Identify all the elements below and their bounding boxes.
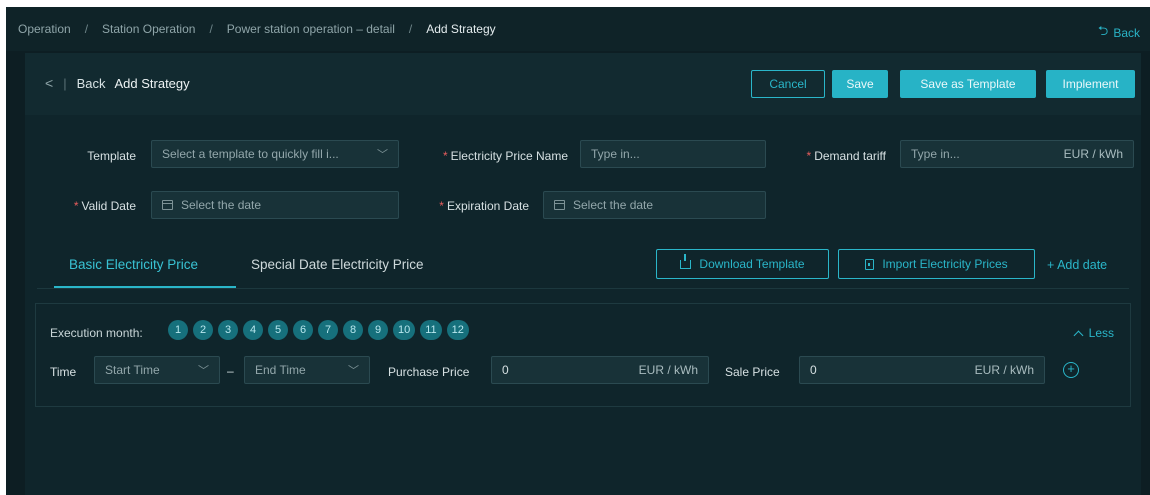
month-chip-1[interactable]: 1	[168, 320, 188, 340]
top-back-link[interactable]: ⮌ Back	[1098, 22, 1140, 44]
price-name-input[interactable]: Type in...	[580, 140, 766, 168]
top-back-label: Back	[1113, 26, 1140, 40]
sale-price-label: Sale Price	[725, 365, 780, 379]
breadcrumb-current: Add Strategy	[426, 22, 496, 36]
demand-tariff-label: * Demand tariff	[790, 149, 886, 163]
collapse-label: Less	[1088, 326, 1114, 340]
month-chip-8[interactable]: 8	[343, 320, 363, 340]
expiration-date-picker[interactable]: Select the date	[543, 191, 766, 219]
return-icon: ⮌	[1097, 23, 1109, 38]
chevron-down-icon: ﹀	[377, 149, 388, 161]
tab-special-date-electricity-price[interactable]: Special Date Electricity Price	[251, 257, 424, 272]
cancel-button[interactable]: Cancel	[751, 70, 825, 98]
valid-date-label: * Valid Date	[45, 199, 136, 213]
month-chip-4[interactable]: 4	[243, 320, 263, 340]
purchase-price-value: 0	[502, 363, 509, 377]
month-chip-11[interactable]: 11	[420, 320, 442, 340]
tab-basic-electricity-price[interactable]: Basic Electricity Price	[69, 257, 198, 272]
demand-tariff-unit: EUR / kWh	[1063, 147, 1123, 161]
chevron-left-icon: <	[45, 75, 54, 91]
implement-button[interactable]: Implement	[1046, 70, 1135, 98]
month-chip-7[interactable]: 7	[318, 320, 338, 340]
header-divider: |	[63, 75, 67, 91]
download-template-label: Download Template	[699, 257, 805, 271]
valid-date-label-text: Valid Date	[81, 199, 136, 213]
start-time-select[interactable]: Start Time ﹀	[94, 356, 220, 384]
month-chip-6[interactable]: 6	[293, 320, 313, 340]
panel-header: < | Back Add Strategy Cancel Save Save a…	[25, 53, 1141, 115]
breadcrumb-station-detail[interactable]: Power station operation – detail	[227, 22, 395, 36]
page-title: Add Strategy	[114, 75, 190, 91]
end-time-placeholder: End Time	[255, 363, 306, 377]
time-range-dash: –	[227, 364, 234, 378]
add-date-link[interactable]: + Add date	[1047, 258, 1107, 272]
end-time-select[interactable]: End Time ﹀	[244, 356, 370, 384]
chevron-down-icon: ﹀	[198, 365, 209, 377]
valid-date-picker[interactable]: Select the date	[151, 191, 399, 219]
expiration-date-label-text: Expiration Date	[446, 199, 529, 213]
month-chip-5[interactable]: 5	[268, 320, 288, 340]
breadcrumb-operation[interactable]: Operation	[18, 22, 71, 36]
breadcrumb-bar: Operation / Station Operation / Power st…	[6, 7, 1150, 51]
valid-date-placeholder: Select the date	[181, 198, 262, 212]
sale-price-unit: EUR / kWh	[974, 363, 1034, 377]
time-label: Time	[50, 365, 77, 379]
add-time-slot-icon[interactable]: +	[1063, 362, 1079, 378]
download-template-button[interactable]: Download Template	[656, 249, 829, 279]
month-chip-3[interactable]: 3	[218, 320, 238, 340]
expiration-date-label: * Expiration Date	[425, 199, 529, 213]
execution-month-card: Execution month: 1 2 3 4 5 6 7 8 9 10 11…	[35, 303, 1131, 407]
demand-tariff-placeholder: Type in...	[911, 147, 960, 161]
start-time-placeholder: Start Time	[105, 363, 160, 377]
expiration-date-placeholder: Select the date	[573, 198, 654, 212]
required-mark: *	[73, 199, 79, 213]
purchase-price-unit: EUR / kWh	[638, 363, 698, 377]
demand-tariff-label-text: Demand tariff	[814, 149, 886, 163]
chevron-up-icon	[1073, 330, 1084, 340]
calendar-icon	[554, 200, 565, 210]
chevron-down-icon: ﹀	[348, 365, 359, 377]
save-button[interactable]: Save	[832, 70, 888, 98]
header-back-group[interactable]: < | Back Add Strategy	[45, 75, 190, 91]
required-mark: *	[806, 149, 812, 163]
file-import-icon	[865, 258, 875, 270]
tab-divider	[37, 288, 1129, 289]
execution-month-label: Execution month:	[50, 326, 143, 340]
price-name-label-text: Electricity Price Name	[450, 149, 568, 163]
import-electricity-prices-label: Import Electricity Prices	[882, 257, 1008, 271]
breadcrumb-separator: /	[408, 22, 413, 36]
calendar-icon	[162, 200, 173, 210]
price-name-placeholder: Type in...	[591, 147, 640, 161]
month-chip-9[interactable]: 9	[368, 320, 388, 340]
required-mark: *	[439, 199, 444, 213]
template-label: Template	[87, 149, 136, 163]
price-name-label: * Electricity Price Name	[425, 149, 568, 163]
breadcrumb: Operation / Station Operation / Power st…	[18, 22, 496, 36]
header-back-label: Back	[76, 75, 106, 91]
month-chip-2[interactable]: 2	[193, 320, 213, 340]
breadcrumb-separator: /	[209, 22, 213, 36]
month-chip-12[interactable]: 12	[446, 320, 469, 340]
import-electricity-prices-button[interactable]: Import Electricity Prices	[838, 249, 1035, 279]
collapse-link[interactable]: Less	[1073, 326, 1114, 340]
purchase-price-label: Purchase Price	[388, 365, 470, 379]
strategy-panel: < | Back Add Strategy Cancel Save Save a…	[25, 53, 1141, 495]
sale-price-input[interactable]: 0 EUR / kWh	[799, 356, 1045, 384]
download-icon	[680, 253, 692, 269]
month-selector: 1 2 3 4 5 6 7 8 9 10 11 12	[168, 320, 469, 340]
purchase-price-input[interactable]: 0 EUR / kWh	[491, 356, 709, 384]
breadcrumb-station-operation[interactable]: Station Operation	[102, 22, 195, 36]
app-frame: Operation / Station Operation / Power st…	[6, 7, 1150, 495]
save-as-template-button[interactable]: Save as Template	[900, 70, 1036, 98]
breadcrumb-separator: /	[84, 22, 89, 36]
month-chip-10[interactable]: 10	[393, 320, 416, 340]
demand-tariff-input[interactable]: Type in... EUR / kWh	[900, 140, 1134, 168]
template-select[interactable]: Select a template to quickly fill i... ﹀	[151, 140, 399, 168]
sale-price-value: 0	[810, 363, 817, 377]
required-mark: *	[442, 149, 448, 163]
template-placeholder: Select a template to quickly fill i...	[162, 147, 339, 161]
